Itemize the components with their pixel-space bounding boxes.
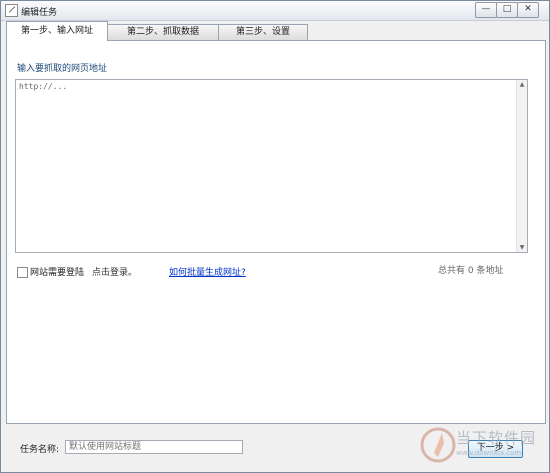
task-name-input[interactable] <box>65 440 243 454</box>
scroll-up-icon[interactable]: ▲ <box>517 81 527 88</box>
login-required-label[interactable]: 网站需要登陆 <box>30 265 84 278</box>
edit-task-window: 编辑任务 — □ ✕ 第一步、输入网址 第二步、抓取数据 第三步、设置 输入要抓… <box>0 0 550 473</box>
url-section-label: 输入要抓取的网页地址 <box>17 64 108 74</box>
scroll-down-icon[interactable]: ▼ <box>517 244 527 251</box>
edit-icon <box>5 4 18 17</box>
window-title: 编辑任务 <box>21 8 58 18</box>
tab-step2-scrape-data[interactable]: 第二步、抓取数据 <box>107 24 219 40</box>
watermark-url: www.downxia.com <box>456 449 522 457</box>
watermark-text: 当下软件园 <box>456 429 537 447</box>
url-value[interactable]: http://... <box>19 82 67 91</box>
minimize-button[interactable]: — <box>475 2 497 18</box>
url-textarea[interactable]: http://... ▲ ▼ <box>15 79 528 253</box>
title-bar[interactable]: 编辑任务 — □ ✕ <box>1 1 549 21</box>
maximize-button[interactable]: □ <box>496 2 518 18</box>
tab-step3-settings[interactable]: 第三步、设置 <box>218 24 308 40</box>
login-required-checkbox[interactable] <box>17 267 28 278</box>
login-hint-text: 点击登录。 <box>92 268 138 278</box>
tab-panel-step1: 输入要抓取的网页地址 http://... ▲ ▼ 网站需要登陆 点击登录。 如… <box>6 40 546 424</box>
tab-strip: 第一步、输入网址 第二步、抓取数据 第三步、设置 <box>1 21 549 41</box>
url-scrollbar[interactable]: ▲ ▼ <box>516 80 527 252</box>
task-name-label: 任务名称: <box>20 445 60 455</box>
batch-generate-url-link[interactable]: 如何批量生成网址? <box>169 265 246 278</box>
url-count-text: 总共有 0 条地址 <box>438 266 504 276</box>
close-button[interactable]: ✕ <box>517 2 539 18</box>
tab-step1-input-url[interactable]: 第一步、输入网址 <box>6 21 108 41</box>
